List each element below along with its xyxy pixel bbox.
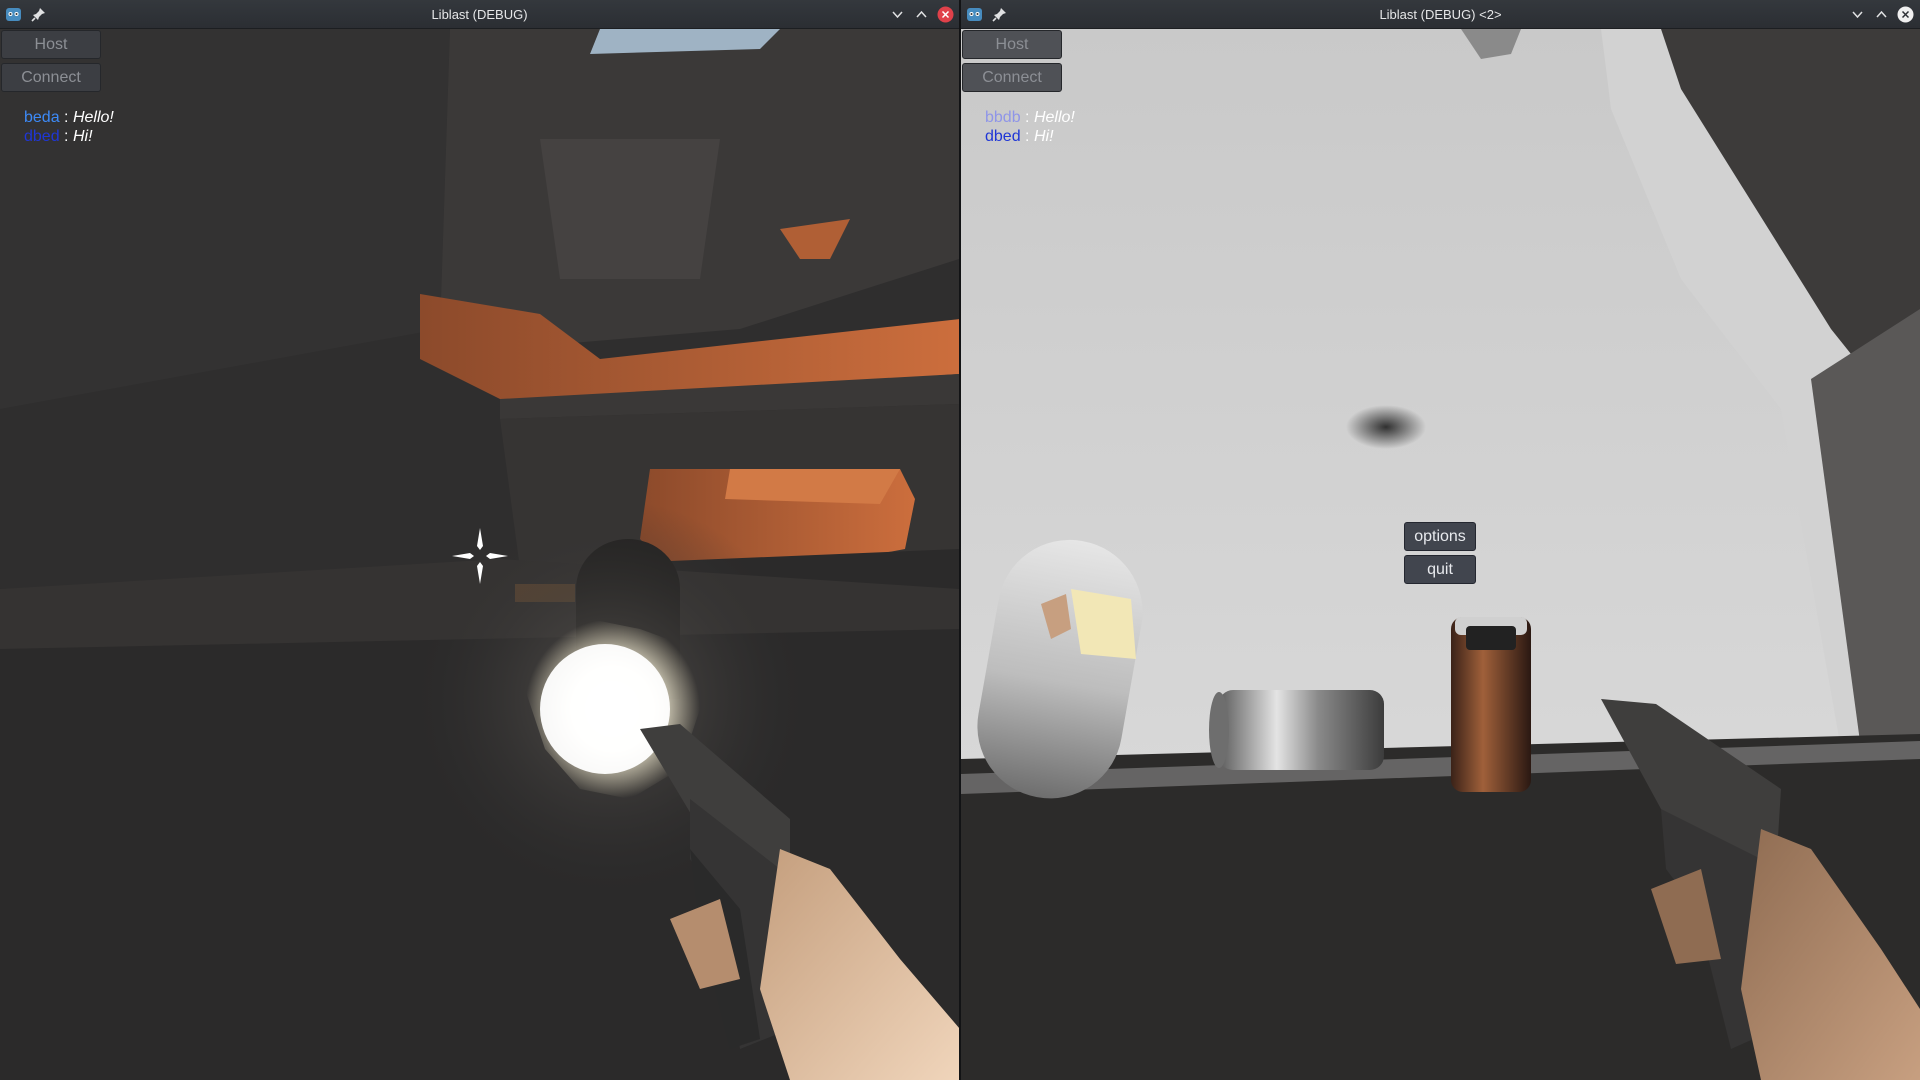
window-titlebar[interactable]: Liblast (DEBUG) <2> [961, 0, 1920, 29]
chat-username: beda [24, 109, 60, 126]
host-button[interactable]: Host [962, 30, 1062, 59]
chat-message: bbdb : Hello! [985, 108, 1075, 127]
connect-button[interactable]: Connect [1, 63, 101, 92]
connect-button[interactable]: Connect [962, 63, 1062, 92]
window-title: Liblast (DEBUG) <2> [1379, 7, 1502, 22]
chat-text: Hello! [72, 109, 114, 126]
chat-username: bbdb [985, 109, 1021, 126]
minimize-icon[interactable] [1849, 6, 1866, 23]
chat-username: dbed [24, 128, 60, 145]
close-icon[interactable] [1897, 6, 1914, 23]
maximize-icon[interactable] [1873, 6, 1890, 23]
chat-separator: : [1025, 128, 1030, 145]
chat-text: Hi! [72, 128, 93, 145]
game-window-secondary: Liblast (DEBUG) <2> Host Connect bbdb: … [961, 0, 1920, 1080]
maximize-icon[interactable] [913, 6, 930, 23]
chat-text: Hello! [1033, 109, 1075, 126]
chat-message: dbed : Hi! [985, 127, 1075, 146]
game-window-primary: Liblast (DEBUG) Host Connect beda: Hell… [0, 0, 959, 1080]
chat-log: bbdb : Hello! dbed : Hi! [985, 108, 1075, 146]
game-viewport[interactable] [0, 29, 959, 1080]
chat-log: beda : Hello! dbed : Hi! [24, 108, 114, 146]
minimize-icon[interactable] [889, 6, 906, 23]
close-icon[interactable] [937, 6, 954, 23]
options-button[interactable]: options [1404, 522, 1476, 551]
host-button[interactable]: Host [1, 30, 101, 59]
chat-separator: : [1025, 109, 1030, 126]
chat-text: Hi! [1033, 128, 1054, 145]
chat-message: beda : Hello! [24, 108, 114, 127]
chat-separator: : [64, 128, 69, 145]
crosshair-icon [452, 528, 508, 584]
window-titlebar[interactable]: Liblast (DEBUG) [0, 0, 959, 29]
window-title: Liblast (DEBUG) [431, 7, 528, 22]
chat-username: dbed [985, 128, 1021, 145]
chat-message: dbed : Hi! [24, 127, 114, 146]
chat-separator: : [64, 109, 69, 126]
quit-button[interactable]: quit [1404, 555, 1476, 584]
